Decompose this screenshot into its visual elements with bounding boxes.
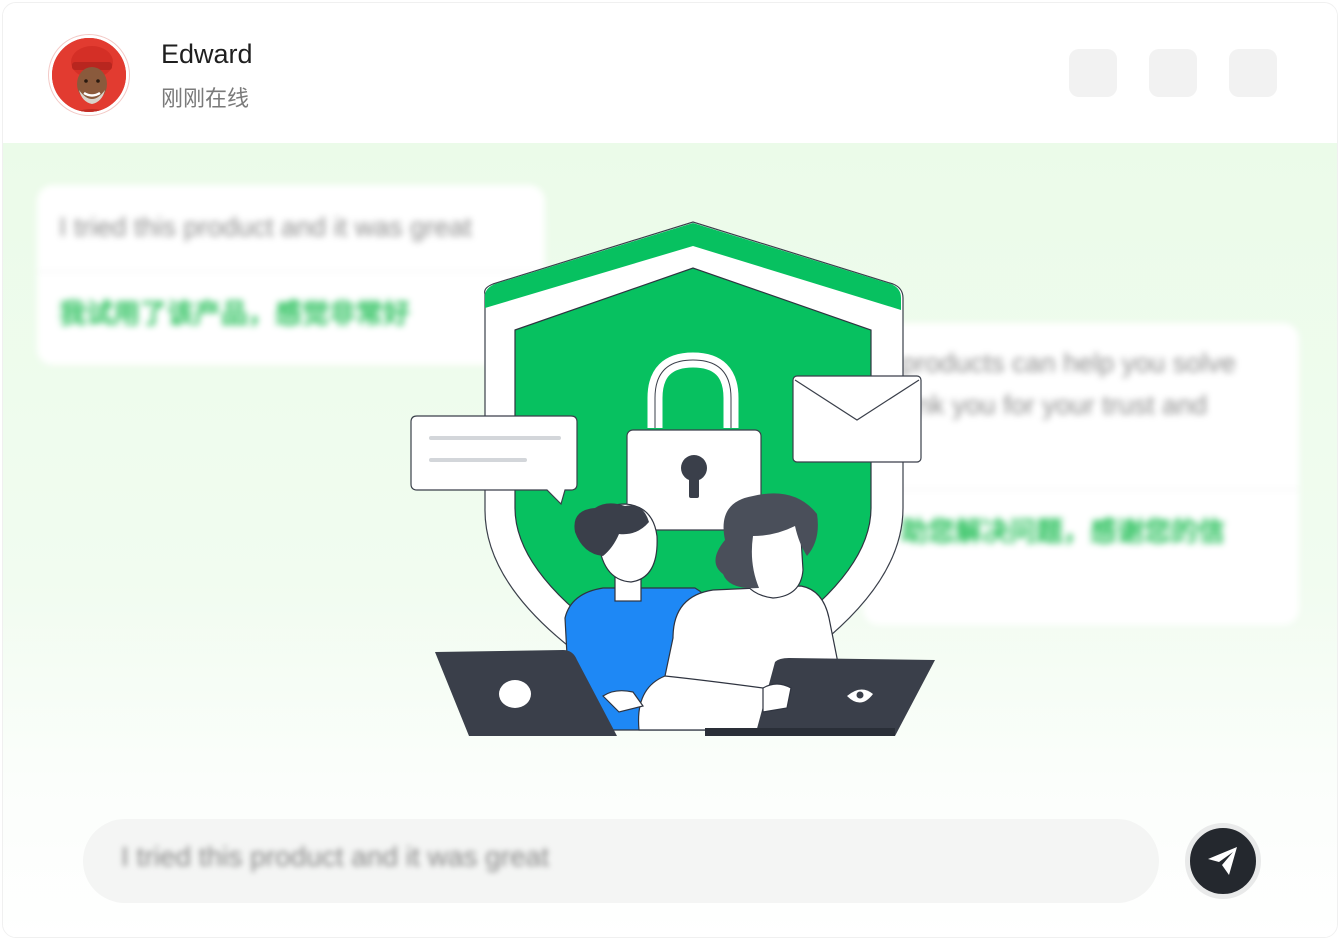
person-avatar-icon [52,38,126,112]
chat-window: Edward 刚刚在线 I tried this product and it … [2,2,1338,938]
header-action-button-2[interactable] [1149,49,1197,97]
message-translation: 我试用了该产品，感觉非常好 [59,299,410,330]
header-action-button-1[interactable] [1069,49,1117,97]
send-button[interactable] [1185,823,1261,899]
chat-header: Edward 刚刚在线 [3,3,1337,143]
message-translation: 助您解决问题，感谢您的信 [901,517,1225,548]
contact-name: Edward [161,39,253,69]
contact-status: 刚刚在线 [161,87,250,112]
message-original-line-2: ank you for your trust and [901,390,1208,420]
envelope-icon [792,375,922,463]
message-input[interactable]: I tried this product and it was great [83,819,1159,903]
message-original-line-1: products can help you solve [901,348,1236,378]
contact-avatar[interactable] [49,35,129,115]
paper-plane-icon [1208,847,1237,875]
message-input-value: I tried this product and it was great [121,841,549,872]
header-action-button-3[interactable] [1229,49,1277,97]
security-illustration [410,221,935,736]
